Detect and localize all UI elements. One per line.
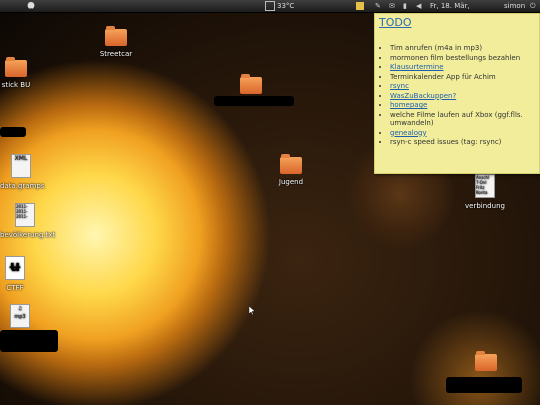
list-item: welche Filme laufen auf Xbox (ggf.flls. … — [390, 111, 540, 128]
pin-icon[interactable]: ✎ — [375, 1, 384, 11]
desktop-icon-verbindung[interactable]: Anschl T-Onl Fritz Konta verbindung — [464, 174, 506, 210]
list-item-link[interactable]: WasZuBackuppen? — [390, 92, 540, 101]
icon-label: Jugend — [278, 178, 304, 186]
weather-temp: 33°C — [277, 2, 295, 10]
list-item-link[interactable]: Klausurtermine — [390, 63, 540, 72]
battery-icon[interactable]: ▮ — [403, 1, 412, 11]
list-item: rsyn-c speed issues (tag: rsync) — [390, 138, 540, 147]
icon-label: stick BU — [1, 81, 31, 89]
redacted-label — [0, 330, 58, 352]
text-file-icon: Anschl T-Onl Fritz Konta — [475, 174, 495, 198]
folder-icon — [280, 154, 302, 174]
list-item-link[interactable]: genealogy — [390, 129, 540, 138]
icon-label: Streetcar — [99, 50, 133, 58]
desktop-icon-folder-redacted[interactable] — [236, 74, 266, 96]
icon-label: bevölkerung.txt — [0, 231, 56, 239]
list-item: Tim anrufen (m4a in mp3) — [390, 44, 540, 53]
icon-label: data.gramps — [0, 182, 45, 190]
top-panel: 33°C ✎ ✉ ▮ ◀ Fr, 18. Mär, 21:22 simon ⏻ — [0, 0, 540, 20]
mouse-cursor-icon — [249, 306, 255, 315]
list-item-link[interactable]: rsync — [390, 82, 540, 91]
desktop-icon-streetcar[interactable]: Streetcar — [96, 26, 136, 58]
desktop-icon-mp3[interactable]: ♫ mp3 — [8, 304, 32, 330]
list-item-link[interactable]: homepage — [390, 101, 540, 110]
desktop-icon-folder-bottom[interactable] — [472, 351, 500, 373]
folder-icon — [5, 57, 27, 77]
network-icon[interactable]: ✉ — [389, 1, 398, 11]
file-type-badge: mp3 — [14, 314, 26, 320]
file-type-badge: XML — [14, 155, 28, 162]
todo-sticky-note[interactable]: TODO Tim anrufen (m4a in mp3) mormonen f… — [374, 13, 540, 174]
audio-file-icon: ♫ mp3 — [10, 304, 30, 328]
text-file-icon: 2011- 2011- 2011- — [15, 203, 35, 227]
redacted-label — [214, 96, 294, 106]
clock[interactable]: Fr, 18. Mär, 21:22 — [430, 1, 490, 20]
todo-list: Tim anrufen (m4a in mp3) mormonen film b… — [379, 44, 540, 148]
list-item: Terminkalender App für Achim — [390, 73, 540, 82]
icon-label: CTFF — [6, 284, 24, 292]
folder-icon — [105, 26, 127, 46]
notes-icon[interactable] — [356, 2, 364, 10]
desktop-icon-data-gramps[interactable]: XML data.gramps — [0, 154, 45, 190]
weather-icon — [265, 1, 275, 11]
ctff-file-icon: ʉ — [5, 256, 25, 280]
list-item: mormonen film bestellungs bezahlen — [390, 54, 540, 63]
icon-label: verbindung — [465, 202, 505, 210]
desktop-icon-ctff[interactable]: ʉ CTFF — [0, 256, 30, 292]
note-title: TODO — [379, 16, 412, 29]
desktop-icon-jugend[interactable]: Jugend — [276, 154, 306, 186]
apple-menu-icon[interactable] — [26, 1, 38, 11]
desktop-icon-stick-bu[interactable]: stick BU — [0, 57, 32, 89]
weather-indicator[interactable]: 33°C — [265, 1, 297, 11]
volume-icon[interactable]: ◀ — [416, 1, 425, 11]
xml-file-icon: XML — [11, 154, 31, 178]
folder-icon — [240, 74, 262, 94]
folder-icon — [475, 351, 497, 371]
power-icon[interactable]: ⏻ — [530, 1, 539, 11]
desktop-icon-bevoelkerung[interactable]: 2011- 2011- 2011- bevölkerung.txt — [0, 203, 56, 239]
redacted-label — [0, 127, 26, 137]
redacted-label — [446, 377, 522, 393]
